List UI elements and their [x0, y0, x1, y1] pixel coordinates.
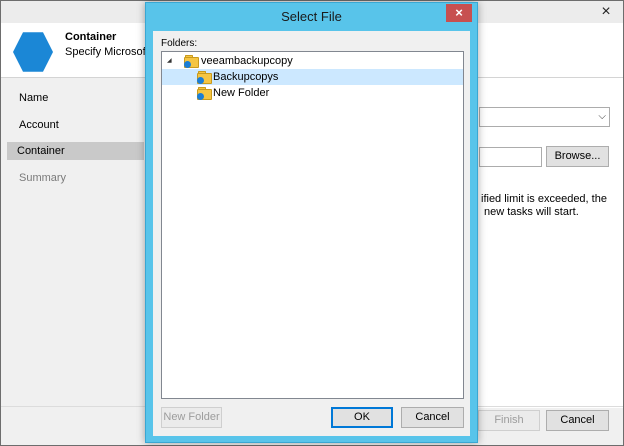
wizard-step-title: Container	[65, 31, 117, 43]
new-folder-button: New Folder	[161, 407, 222, 428]
nav-item-account[interactable]: Account	[9, 116, 146, 134]
browse-button[interactable]: Browse...	[546, 146, 609, 167]
finish-button: Finish	[478, 410, 540, 431]
dialog-title: Select File	[281, 9, 342, 24]
folder-path-field[interactable]	[479, 147, 542, 167]
container-hexagon-icon	[13, 32, 53, 72]
tree-item-label: New Folder	[213, 87, 270, 99]
nav-item-name[interactable]: Name	[9, 89, 146, 107]
container-dropdown[interactable]: ⌵	[479, 107, 610, 127]
wizard-close-icon[interactable]: ×	[595, 3, 617, 20]
folders-label: Folders:	[161, 38, 198, 49]
container-folder-icon	[184, 55, 200, 68]
wizard-step-nav: Name Account Container Summary	[1, 78, 146, 408]
tree-item-label: veeambackupcopy	[201, 55, 293, 67]
dialog-client-area: Folders: ◢ veeambackupcopy Backupcopys N…	[153, 31, 470, 436]
nav-item-summary: Summary	[19, 172, 67, 184]
select-file-dialog: Select File × Folders: ◢ veeambackupcopy…	[145, 2, 478, 443]
container-folder-icon	[197, 71, 213, 84]
limit-info-text-line2: new tasks will start.	[484, 206, 579, 218]
container-folder-icon	[197, 87, 213, 100]
nav-item-container[interactable]: Container	[7, 142, 144, 160]
tree-item-label: Backupcopys	[213, 71, 279, 83]
dialog-close-icon[interactable]: ×	[446, 4, 472, 22]
tree-item-root[interactable]: ◢ veeambackupcopy	[162, 53, 463, 69]
expand-arrow-icon[interactable]: ◢	[167, 57, 172, 65]
tree-item-backupcopys[interactable]: Backupcopys	[162, 69, 463, 85]
tree-item-new-folder[interactable]: New Folder	[162, 85, 463, 101]
limit-info-text-line1: ified limit is exceeded, the	[481, 193, 607, 205]
folder-tree[interactable]: ◢ veeambackupcopy Backupcopys New Folder	[161, 51, 464, 399]
dialog-cancel-button[interactable]: Cancel	[401, 407, 464, 428]
wizard-cancel-button[interactable]: Cancel	[546, 410, 609, 431]
chevron-down-icon: ⌵	[598, 111, 606, 122]
ok-button[interactable]: OK	[331, 407, 393, 428]
